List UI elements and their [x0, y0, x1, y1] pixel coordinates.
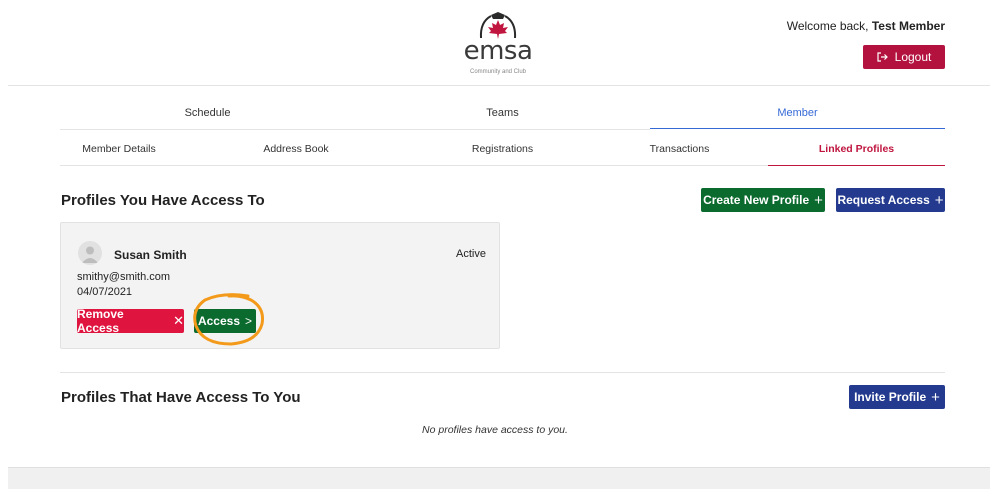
empty-state-message: No profiles have access to you. — [422, 424, 568, 436]
tab-teams[interactable]: Teams — [355, 99, 650, 129]
annotation-circle — [193, 293, 264, 346]
access-to-title: Profiles You Have Access To — [61, 192, 265, 209]
create-new-profile-label: Create New Profile — [703, 193, 810, 207]
subtab-member-details[interactable]: Member Details — [60, 130, 178, 166]
subtab-transactions[interactable]: Transactions — [591, 130, 768, 166]
welcome-user-name: Test Member — [871, 19, 945, 33]
plus-icon: + — [934, 191, 944, 209]
avatar — [78, 241, 102, 265]
logout-button[interactable]: Logout — [863, 45, 945, 69]
main-nav: Schedule Teams Member — [60, 99, 945, 129]
close-icon: ✕ — [173, 313, 184, 328]
logo-subtitle: Community and Club — [469, 69, 527, 75]
subtab-registrations[interactable]: Registrations — [414, 130, 591, 166]
welcome-message: Welcome back, Test Member — [787, 19, 945, 33]
create-new-profile-button[interactable]: Create New Profile + — [701, 188, 825, 212]
plus-icon: + — [931, 388, 940, 406]
request-access-button[interactable]: Request Access + — [836, 188, 945, 212]
site-header: emsa Community and Club Welcome back, Te… — [0, 0, 990, 86]
plus-icon: + — [814, 191, 823, 209]
remove-access-label: Remove Access — [77, 307, 124, 335]
logout-icon — [877, 52, 888, 62]
profile-name: Susan Smith — [114, 248, 187, 262]
logo-wordmark: emsa — [463, 36, 533, 66]
welcome-prefix: Welcome back, — [786, 19, 872, 33]
invite-profile-button[interactable]: Invite Profile + — [849, 385, 945, 409]
profile-email: smithy@smith.com — [77, 271, 171, 283]
request-access-label: Request Access — [837, 193, 930, 207]
access-from-title: Profiles That Have Access To You — [61, 389, 301, 406]
subtab-linked-profiles[interactable]: Linked Profiles — [768, 130, 945, 166]
profile-date: 04/07/2021 — [77, 286, 133, 298]
tab-member[interactable]: Member — [650, 99, 945, 129]
header-divider — [8, 85, 990, 86]
remove-access-button[interactable]: Remove Access ✕ — [77, 307, 184, 335]
emsa-logo[interactable]: emsa Community and Club — [463, 12, 533, 82]
subtab-address-book[interactable]: Address Book — [178, 130, 414, 166]
invite-profile-label: Invite Profile — [854, 390, 927, 404]
subnav-divider — [60, 165, 768, 166]
section-divider — [60, 372, 945, 373]
user-icon — [82, 246, 98, 263]
member-sub-nav: Member Details Address Book Registration… — [60, 130, 945, 166]
tab-schedule[interactable]: Schedule — [60, 99, 355, 129]
logout-label: Logout — [894, 50, 932, 64]
status-badge: Active — [456, 248, 486, 260]
page-footer — [8, 467, 990, 489]
